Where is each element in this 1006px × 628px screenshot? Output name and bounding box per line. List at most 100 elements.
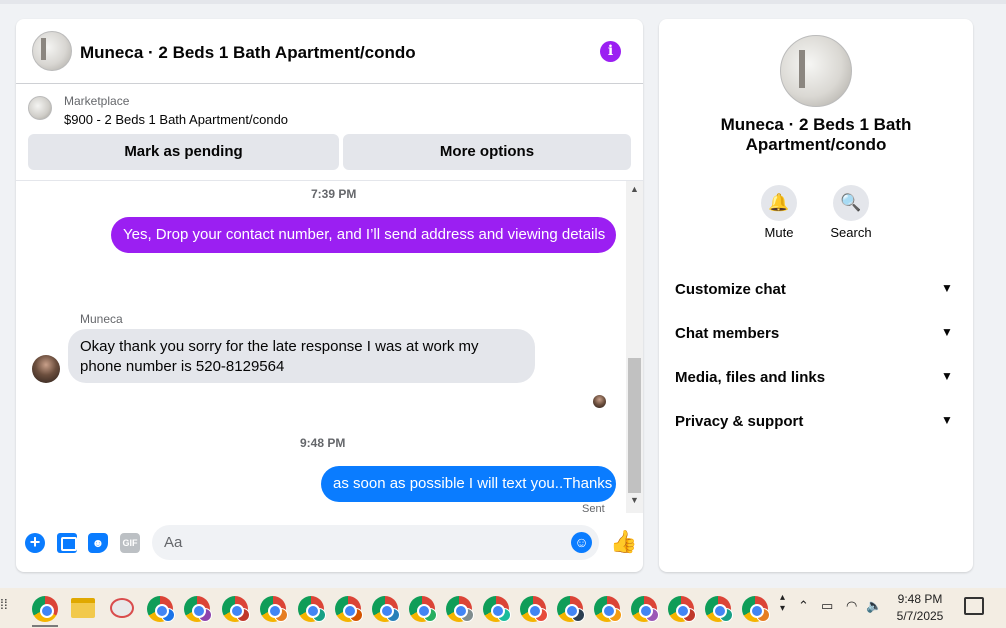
chrome-profile-icon[interactable] — [483, 596, 511, 622]
section-label: Media, files and links — [675, 369, 826, 386]
sent-status: Sent — [582, 503, 605, 513]
section-customize-chat[interactable]: Customize chat ▼ — [659, 268, 973, 312]
profile-badge-icon — [198, 608, 212, 622]
profile-badge-icon — [423, 608, 437, 622]
listing-summary[interactable]: $900 - 2 Beds 1 Bath Apartment/condo — [64, 112, 288, 127]
sender-avatar[interactable] — [32, 355, 60, 383]
chrome-profile-icon[interactable] — [372, 596, 400, 622]
marketplace-label: Marketplace — [64, 94, 130, 108]
chrome-profile-icon[interactable] — [260, 596, 288, 622]
chrome-profile-icon[interactable] — [631, 596, 659, 622]
show-hidden-icons-icon[interactable]: ⌃ — [798, 598, 809, 614]
chrome-profile-icon[interactable] — [147, 596, 175, 622]
chrome-profile-icon[interactable] — [742, 596, 770, 622]
profile-badge-icon — [460, 608, 474, 622]
battery-icon[interactable]: ▭ — [821, 598, 833, 614]
chrome-profile-icon[interactable] — [409, 596, 437, 622]
chevron-down-icon[interactable]: ▼ — [941, 369, 953, 383]
chevron-down-icon[interactable]: ▼ — [941, 281, 953, 295]
profile-badge-icon — [386, 608, 400, 622]
plus-icon[interactable]: + — [25, 533, 45, 553]
search-label: Search — [830, 225, 872, 240]
profile-badge-icon — [719, 608, 733, 622]
chrome-profile-icon[interactable] — [222, 596, 250, 622]
clock-date: 5/7/2025 — [896, 609, 944, 623]
more-options-button[interactable]: More options — [343, 134, 631, 170]
emoji-icon[interactable]: ☺ — [571, 532, 592, 553]
seen-indicator-avatar — [593, 395, 606, 408]
like-icon[interactable]: 👍 — [610, 530, 637, 554]
section-privacy-support[interactable]: Privacy & support ▼ — [659, 400, 973, 444]
wifi-icon[interactable]: ◠ — [846, 598, 857, 614]
listing-thumbnail[interactable] — [28, 96, 52, 120]
profile-badge-icon — [497, 608, 511, 622]
profile-badge-icon — [534, 608, 548, 622]
chrome-profile-icon[interactable] — [446, 596, 474, 622]
file-explorer-icon[interactable] — [71, 598, 95, 618]
chrome-profile-icon[interactable] — [335, 596, 363, 622]
chrome-icon[interactable] — [32, 596, 58, 622]
sender-name: Muneca — [80, 312, 123, 326]
message-timestamp: 9:48 PM — [300, 436, 346, 450]
message-timestamp: 7:39 PM — [311, 187, 357, 201]
system-clock[interactable]: 9:48 PM 5/7/2025 — [880, 591, 960, 625]
section-label: Privacy & support — [675, 413, 804, 430]
chrome-profile-icon[interactable] — [184, 596, 212, 622]
mute-label: Mute — [764, 225, 794, 240]
message-input[interactable] — [164, 525, 564, 560]
chat-header: Muneca · 2 Beds 1 Bath Apartment/condo i — [16, 19, 643, 84]
chevron-down-icon[interactable]: ▼ — [941, 413, 953, 427]
section-chat-members[interactable]: Chat members ▼ — [659, 312, 973, 356]
notification-icon[interactable] — [964, 597, 984, 615]
mute-button[interactable]: 🔔 Mute — [749, 185, 809, 240]
gif-icon[interactable]: GIF — [120, 533, 140, 553]
active-app-indicator — [32, 625, 58, 627]
outgoing-message[interactable]: Yes, Drop your contact number, and I’ll … — [111, 217, 616, 253]
top-strip — [0, 0, 1006, 4]
conversation-title[interactable]: Muneca · 2 Beds 1 Bath Apartment/condo — [80, 43, 416, 63]
chevron-down-icon[interactable]: ▼ — [941, 325, 953, 339]
profile-badge-icon — [608, 608, 622, 622]
chat-panel: Muneca · 2 Beds 1 Bath Apartment/condo i… — [16, 19, 643, 572]
profile-badge-icon — [236, 608, 250, 622]
info-icon[interactable]: i — [600, 41, 621, 62]
profile-badge-icon — [645, 608, 659, 622]
section-media-files-links[interactable]: Media, files and links ▼ — [659, 356, 973, 400]
conversation-avatar[interactable] — [32, 31, 72, 71]
chrome-profile-icon[interactable] — [520, 596, 548, 622]
profile-badge-icon — [682, 608, 696, 622]
search-button[interactable]: 🔍 Search — [821, 185, 881, 240]
app-icon[interactable] — [110, 598, 134, 618]
profile-badge-icon — [571, 608, 585, 622]
windows-taskbar: ⁞⁞ ▴ ▾ ⌃ ▭ ◠ 🔈 9:48 PM 5/7/2025 — [0, 588, 1006, 628]
bell-icon[interactable]: 🔔 — [761, 185, 797, 221]
section-label: Chat members — [675, 325, 780, 342]
details-avatar[interactable] — [780, 35, 852, 107]
message-scrollbar[interactable]: ▲ ▼ — [626, 181, 643, 513]
clock-time: 9:48 PM — [897, 592, 943, 606]
scroll-down-arrow-icon[interactable]: ▼ — [630, 495, 639, 505]
incoming-message[interactable]: Okay thank you sorry for the late respon… — [68, 329, 535, 383]
profile-badge-icon — [161, 608, 175, 622]
message-input-wrapper: ☺ — [152, 525, 599, 560]
outgoing-message[interactable]: as soon as possible I will text you..Tha… — [321, 466, 616, 502]
scrollbar-thumb[interactable] — [628, 358, 641, 493]
taskbar-scroll-arrows-icon[interactable]: ▴ ▾ — [780, 592, 785, 614]
chrome-profile-icon[interactable] — [594, 596, 622, 622]
sticker-icon[interactable]: ☻ — [88, 533, 108, 553]
chrome-profile-icon[interactable] — [298, 596, 326, 622]
scroll-up-arrow-icon[interactable]: ▲ — [630, 184, 639, 194]
chrome-profile-icon[interactable] — [705, 596, 733, 622]
task-view-icon[interactable]: ⁞⁞ — [0, 596, 8, 612]
section-label: Customize chat — [675, 281, 786, 298]
details-title: Muneca · 2 Beds 1 Bath Apartment/condo — [720, 115, 912, 154]
mark-as-pending-button[interactable]: Mark as pending — [28, 134, 339, 170]
profile-badge-icon — [274, 608, 288, 622]
profile-badge-icon — [756, 608, 770, 622]
message-thread[interactable]: 7:39 PM Yes, Drop your contact number, a… — [16, 181, 626, 513]
conversation-details-panel: Muneca · 2 Beds 1 Bath Apartment/condo 🔔… — [659, 19, 973, 572]
photo-icon[interactable] — [57, 533, 77, 553]
search-icon[interactable]: 🔍 — [833, 185, 869, 221]
chrome-profile-icon[interactable] — [668, 596, 696, 622]
chrome-profile-icon[interactable] — [557, 596, 585, 622]
